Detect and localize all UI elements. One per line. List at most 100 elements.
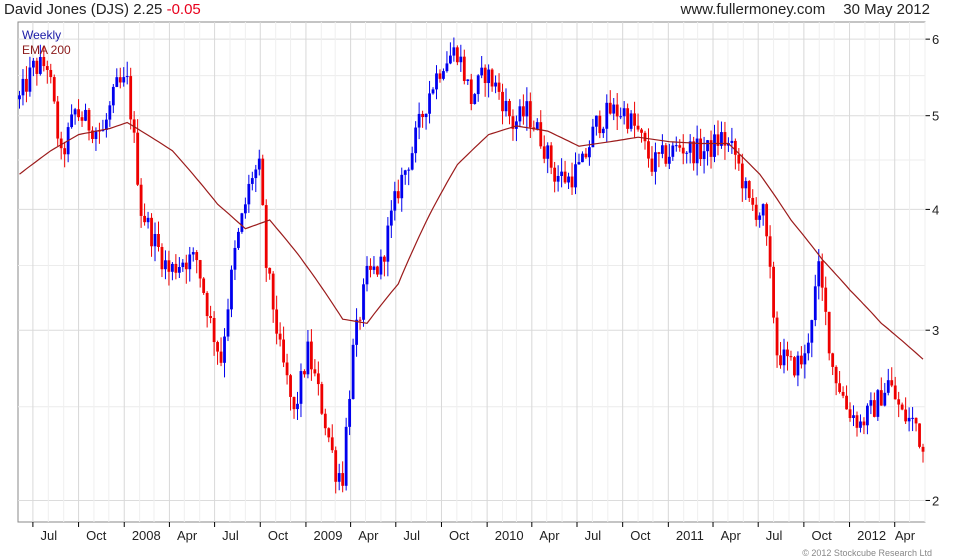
candle-body — [786, 349, 789, 357]
candle-body — [160, 246, 164, 270]
x-tick-label: Jul — [222, 528, 239, 543]
candle-body — [49, 69, 53, 78]
candle-body — [813, 286, 817, 321]
x-tick-label: Apr — [721, 528, 742, 543]
candle-body — [900, 404, 904, 410]
candle-body — [299, 371, 303, 404]
x-tick-label: Jul — [585, 528, 602, 543]
candle-body — [382, 256, 386, 262]
candle-body — [306, 341, 310, 375]
candle-body — [799, 355, 803, 365]
y-tick-label: 6 — [932, 32, 939, 47]
candle-body — [327, 428, 331, 438]
candle-body — [52, 77, 56, 102]
chart-legend: Weekly EMA 200 — [22, 28, 71, 58]
x-tick-label: Jul — [766, 528, 783, 543]
candle-body — [271, 273, 275, 310]
candle-body — [285, 362, 289, 376]
candle-body — [202, 278, 206, 293]
candle-body — [709, 140, 713, 157]
candle-body — [417, 113, 421, 128]
candle-body — [282, 339, 285, 363]
candle-body — [629, 113, 633, 129]
candle-body — [890, 380, 894, 386]
candle-body — [313, 369, 317, 374]
candle-body — [549, 145, 553, 168]
candle-body — [893, 385, 897, 400]
candle-body — [862, 421, 866, 426]
candle-body — [619, 116, 623, 118]
candle-body — [681, 147, 685, 154]
candle-body — [372, 266, 376, 270]
candle-body — [876, 390, 880, 417]
candle-body — [18, 95, 21, 100]
candle-body — [351, 344, 355, 399]
candle-body — [438, 73, 442, 79]
candle-body — [869, 400, 873, 406]
candle-body — [261, 158, 265, 206]
candle-body — [483, 67, 487, 84]
candle-body — [695, 138, 699, 164]
candle-body — [553, 167, 557, 182]
candle-body — [316, 373, 320, 385]
candle-body — [758, 215, 762, 220]
candle-body — [594, 115, 598, 127]
candle-body — [525, 101, 529, 117]
candle-body — [240, 213, 244, 232]
candle-body — [389, 210, 393, 226]
candle-body — [542, 146, 546, 159]
candle-body — [584, 153, 588, 158]
candle-body — [775, 317, 779, 356]
candle-body — [570, 176, 574, 188]
candle-body — [303, 371, 306, 375]
candle-body — [626, 108, 630, 129]
candle-body — [21, 78, 25, 96]
candle-body — [348, 398, 352, 427]
candle-body — [264, 205, 268, 268]
candle-body — [772, 266, 775, 318]
candle-body — [226, 309, 230, 337]
candle-body — [852, 415, 855, 419]
candle-body — [462, 56, 466, 81]
x-tick-label: Oct — [811, 528, 832, 543]
candle-body — [45, 66, 49, 70]
candle-body — [250, 178, 254, 184]
candle-body — [567, 176, 570, 183]
candle-body — [747, 181, 751, 198]
candle-body — [841, 391, 845, 396]
candle-body — [501, 91, 504, 112]
candle-body — [633, 113, 636, 126]
candle-body — [143, 215, 146, 223]
candle-body — [744, 181, 748, 189]
candle-body — [535, 122, 539, 130]
candle-body — [664, 145, 668, 164]
candle-body — [42, 56, 46, 67]
candle-body — [678, 145, 682, 148]
x-tick-label: 2011 — [676, 528, 704, 543]
candle-body — [365, 265, 369, 285]
candle-body — [247, 183, 251, 205]
candle-body — [539, 122, 543, 147]
candle-body — [219, 351, 223, 363]
candle-body — [191, 252, 195, 255]
candle-body — [278, 333, 282, 340]
candle-body — [289, 375, 292, 397]
candle-body — [490, 69, 494, 87]
candle-body — [751, 197, 755, 205]
candle-body — [84, 109, 87, 121]
candle-body — [376, 266, 379, 275]
candle-body — [188, 254, 192, 270]
x-tick-label: Oct — [268, 528, 289, 543]
candle-body — [268, 267, 272, 274]
candle-body — [170, 263, 174, 272]
candle-body — [667, 156, 671, 164]
candle-body — [164, 260, 167, 270]
candle-body — [341, 473, 345, 486]
candle-body — [508, 100, 511, 117]
candle-body — [233, 247, 237, 270]
x-tick-label: 2010 — [495, 528, 524, 543]
candle-body — [184, 262, 188, 270]
candle-body — [480, 67, 484, 76]
candle-body — [296, 403, 299, 410]
candle-body — [546, 145, 550, 159]
